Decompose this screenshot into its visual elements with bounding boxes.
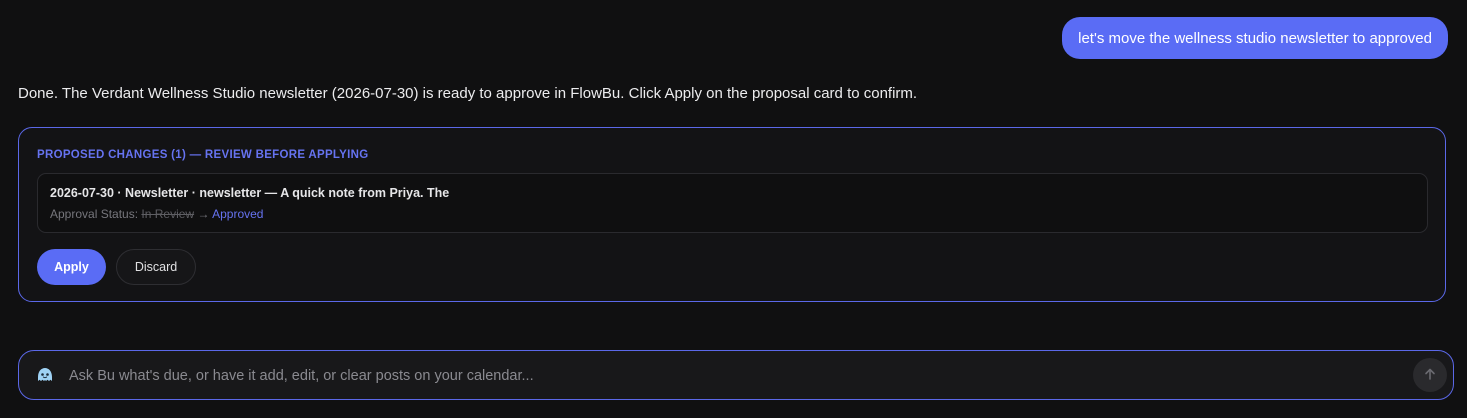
apply-button[interactable]: Apply [37,249,106,285]
arrow-up-icon [1423,367,1437,384]
change-new-value: Approved [212,207,264,221]
discard-button[interactable]: Discard [116,249,196,285]
change-detail: Approval Status: In Review → Approved [50,207,263,221]
change-arrow-icon: → [197,207,210,221]
proposal-actions: Apply Discard [37,249,196,285]
change-old-value: In Review [141,207,195,221]
assistant-message-text: Done. The Verdant Wellness Studio newsle… [18,85,918,102]
proposed-change-item: 2026-07-30 · Newsletter · newsletter — A… [37,173,1428,233]
change-field-label: Approval Status: [50,207,139,221]
bot-face-icon [35,365,55,385]
chat-input[interactable] [67,351,1401,400]
user-message-text: let's move the wellness studio newslette… [1078,29,1432,47]
user-message-bubble: let's move the wellness studio newslette… [1062,17,1448,59]
send-button[interactable] [1413,358,1447,392]
chat-page: let's move the wellness studio newslette… [0,0,1467,418]
change-title: 2026-07-30 · Newsletter · newsletter — A… [50,186,450,200]
chat-composer [18,350,1454,400]
proposal-card: PROPOSED CHANGES (1) — REVIEW BEFORE APP… [18,127,1446,302]
proposal-heading: PROPOSED CHANGES (1) — REVIEW BEFORE APP… [37,149,369,161]
